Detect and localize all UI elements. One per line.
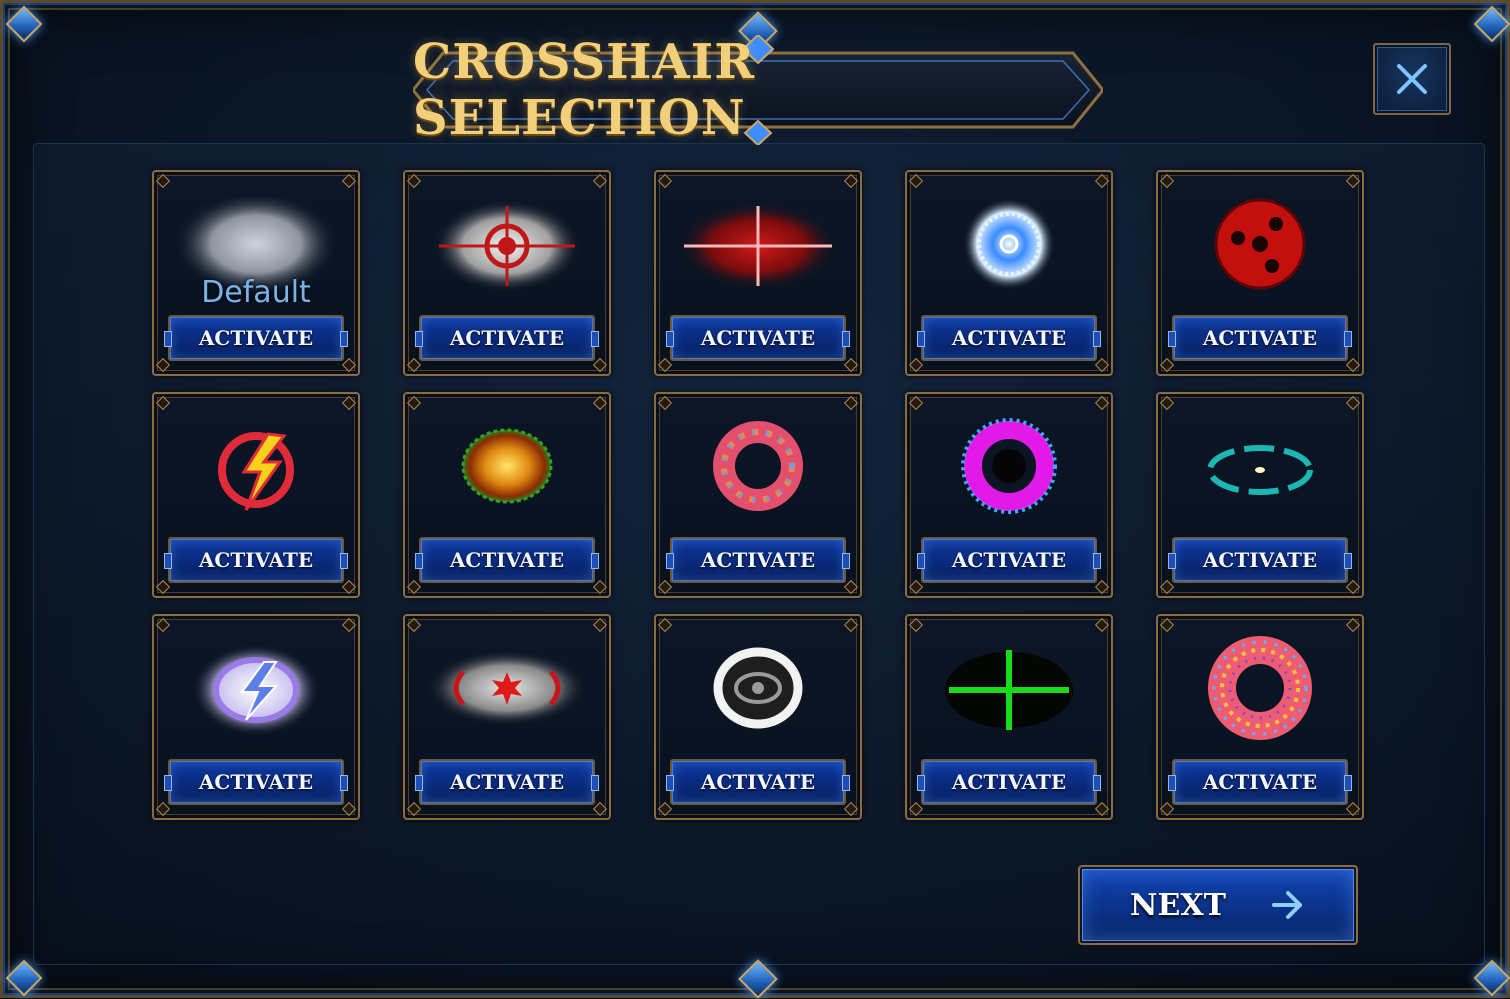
activate-button[interactable]: ACTIVATE: [666, 759, 850, 805]
activate-button[interactable]: ACTIVATE: [415, 759, 599, 805]
crosshair-tile: ACTIVATE: [1156, 614, 1364, 820]
arrow-right-icon: [1271, 891, 1302, 919]
corner-gem-bottom-left: [5, 959, 43, 997]
activate-button[interactable]: ACTIVATE: [1168, 315, 1352, 361]
purple-lightning-crosshair-icon: [168, 628, 344, 758]
activate-button[interactable]: ACTIVATE: [666, 537, 850, 583]
crosshair-tile: ACTIVATE: [1156, 170, 1364, 376]
corner-gem-top-right: [1473, 5, 1510, 43]
default-label: Default: [201, 275, 311, 310]
green-plus-crosshair-icon: [921, 628, 1097, 758]
activate-button[interactable]: ACTIVATE: [164, 537, 348, 583]
page-title: CROSSHAIR SELECTION: [413, 34, 756, 146]
activate-button[interactable]: ACTIVATE: [917, 537, 1101, 583]
red-lightning-emblem-crosshair-icon: [168, 406, 344, 536]
corner-gem-top-left: [5, 5, 43, 43]
title-plate: CROSSHAIR SELECTION: [413, 34, 1103, 146]
corner-gem-bottom-right: [1473, 959, 1510, 997]
activate-button[interactable]: ACTIVATE: [415, 315, 599, 361]
activate-button[interactable]: ACTIVATE: [415, 537, 599, 583]
crosshair-tile: ACTIVATE: [403, 392, 611, 598]
colorful-ring-crosshair-icon: [670, 406, 846, 536]
crosshair-tile: ACTIVATE: [654, 170, 862, 376]
crosshair-tile: ACTIVATE: [654, 614, 862, 820]
activate-button[interactable]: ACTIVATE: [666, 315, 850, 361]
blue-glow-ring-crosshair-icon: [921, 184, 1097, 314]
crosshair-tile: ACTIVATE: [905, 614, 1113, 820]
crosshair-tile: ACTIVATE: [152, 614, 360, 820]
red-target-crosshair-icon: [419, 184, 595, 314]
crosshair-tile: ACTIVATE: [403, 614, 611, 820]
activate-button[interactable]: ACTIVATE: [1168, 759, 1352, 805]
red-star-bracket-crosshair-icon: [419, 628, 595, 758]
crosshair-tile: Default ACTIVATE: [152, 170, 360, 376]
crosshair-grid: Default ACTIVATE ACTIVATE ACTIVATE ACTIV…: [152, 170, 1364, 820]
activate-button[interactable]: ACTIVATE: [917, 315, 1101, 361]
red-sharingan-crosshair-icon: [1172, 184, 1348, 314]
dialog-frame: CROSSHAIR SELECTION Default ACTIVATE ACT…: [0, 0, 1510, 999]
close-button[interactable]: [1373, 43, 1451, 115]
crosshair-tile: ACTIVATE: [1156, 392, 1364, 598]
activate-button[interactable]: ACTIVATE: [164, 759, 348, 805]
red-cross-crosshair-icon: [670, 184, 846, 314]
activate-button[interactable]: ACTIVATE: [917, 759, 1101, 805]
teal-dashed-ring-crosshair-icon: [1172, 406, 1348, 536]
activate-button[interactable]: ACTIVATE: [164, 315, 348, 361]
bottom-center-gem: [738, 959, 778, 999]
next-button[interactable]: NEXT: [1078, 865, 1358, 945]
close-icon: [1397, 64, 1427, 94]
patterned-donut-crosshair-icon: [1172, 628, 1348, 758]
crosshair-tile: ACTIVATE: [403, 170, 611, 376]
magenta-dotted-ring-crosshair-icon: [921, 406, 1097, 536]
gray-eye-ring-crosshair-icon: [670, 628, 846, 758]
fire-orb-crosshair-icon: [419, 406, 595, 536]
activate-button[interactable]: ACTIVATE: [1168, 537, 1352, 583]
crosshair-tile: ACTIVATE: [152, 392, 360, 598]
next-button-label: NEXT: [1130, 887, 1226, 923]
crosshair-tile: ACTIVATE: [654, 392, 862, 598]
crosshair-tile: ACTIVATE: [905, 170, 1113, 376]
crosshair-tile: ACTIVATE: [905, 392, 1113, 598]
